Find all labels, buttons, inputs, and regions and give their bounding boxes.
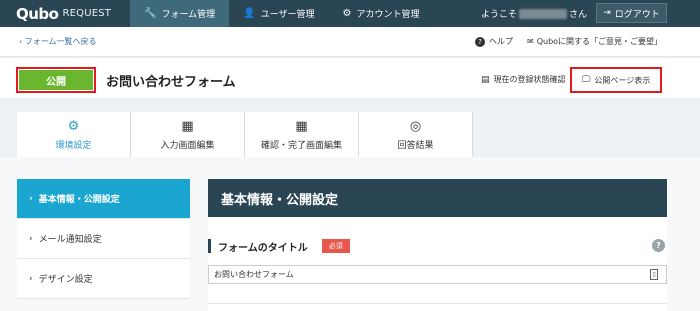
sidebar-item-mail-notification[interactable]: › メール通知設定	[17, 219, 190, 259]
main-content: › 基本情報・公開設定 › メール通知設定 › デザイン設定 基本情報・公開設定…	[0, 157, 700, 311]
settings-panel: 基本情報・公開設定 フォームのタイトル 必須 ? お問い合わせフォーム ▯	[208, 179, 667, 311]
tab-confirm-complete-screen-edit[interactable]: ▦ 確認・完了画面編集	[245, 112, 359, 157]
logo-mark: Qubo	[16, 4, 59, 23]
app-logo[interactable]: Qubo REQUEST	[0, 0, 130, 27]
tab-environment-settings[interactable]: ⚙ 環境設定	[17, 112, 131, 157]
wrench-icon: 🔧	[144, 8, 157, 19]
logout-label: ログアウト	[614, 9, 660, 20]
gear-icon: ⚙	[67, 118, 80, 134]
nav-tab-label: アカウント管理	[356, 10, 420, 20]
public-page-view-button[interactable]: 🖵 公開ページ表示	[570, 67, 662, 93]
form-title-area: 公開 お問い合わせフォーム ▤ 現在の登録状態確認 🖵 公開ページ表示	[0, 58, 700, 98]
nav-tab-user-management[interactable]: 👤 ユーザー管理	[229, 0, 328, 27]
required-badge: 必須	[321, 239, 350, 253]
sub-toolbar: ‹ フォーム一覧へ戻る ? ヘルプ ✉ Quboに関する「ご意見・ご要望」	[0, 27, 700, 57]
public-page-label: 公開ページ表示	[594, 75, 651, 85]
nav-tab-account-management[interactable]: ⚙ アカウント管理	[328, 0, 433, 27]
globe-icon: ◎	[409, 118, 422, 134]
help-label: ヘルプ	[489, 37, 513, 46]
nav-tab-label: フォーム管理	[161, 10, 216, 20]
settings-sidebar: › 基本情報・公開設定 › メール通知設定 › デザイン設定	[17, 179, 190, 299]
registration-status-label: 現在の登録状態確認	[493, 75, 566, 84]
tab-input-screen-edit[interactable]: ▦ 入力画面編集	[131, 112, 245, 157]
sidebar-item-label: メール通知設定	[38, 235, 102, 245]
sidebar-item-label: 基本情報・公開設定	[38, 195, 120, 205]
form-title-field-row: フォームのタイトル 必須 ?	[208, 236, 667, 256]
chevron-right-icon: ›	[29, 273, 33, 284]
logo-subtitle: REQUEST	[62, 8, 112, 19]
gear-icon: ⚙	[342, 8, 352, 19]
field-tag-icon[interactable]: ▯	[650, 269, 658, 280]
tab-label: 入力画面編集	[160, 140, 215, 151]
document-icon: ▤	[481, 74, 490, 85]
logout-button[interactable]: ⇥ ログアウト	[596, 3, 667, 23]
edit-table-icon: ▦	[295, 118, 308, 134]
public-status-highlight: 公開	[16, 67, 96, 93]
welcome-message: ようこそ さん	[481, 0, 587, 27]
field-accent-bar	[208, 239, 211, 253]
form-title-input-value: お問い合わせフォーム	[214, 270, 294, 279]
tab-answer-results[interactable]: ◎ 回答結果	[359, 112, 473, 157]
tab-label: 確認・完了画面編集	[260, 140, 342, 151]
help-link[interactable]: ? ヘルプ	[475, 36, 513, 47]
top-navigation-bar: Qubo REQUEST 🔧 フォーム管理 👤 ユーザー管理 ⚙ アカウント管理	[0, 0, 700, 27]
tab-label: 環境設定	[55, 140, 92, 151]
nav-tab-form-management[interactable]: 🔧 フォーム管理	[130, 0, 230, 27]
back-to-form-list-link[interactable]: ‹ フォーム一覧へ戻る	[19, 36, 97, 47]
redacted-username	[519, 8, 568, 19]
divider	[208, 303, 667, 304]
sidebar-item-design[interactable]: › デザイン設定	[17, 259, 190, 299]
sidebar-item-label: デザイン設定	[38, 275, 93, 285]
sidebar-item-basic-info[interactable]: › 基本情報・公開設定	[17, 179, 190, 219]
logout-icon: ⇥	[603, 8, 611, 18]
help-question-icon[interactable]: ?	[652, 239, 665, 252]
welcome-prefix: ようこそ	[481, 10, 518, 20]
form-title: お問い合わせフォーム	[106, 75, 236, 90]
chevron-right-icon: ›	[29, 193, 33, 204]
tab-label: 回答結果	[397, 140, 434, 151]
public-status-button[interactable]: 公開	[19, 70, 93, 90]
user-icon: 👤	[243, 8, 256, 19]
feedback-label: Quboに関する「ご意見・ご要望」	[536, 37, 663, 46]
back-link-label: フォーム一覧へ戻る	[24, 37, 97, 46]
welcome-suffix: さん	[569, 10, 588, 20]
chevron-right-icon: ›	[29, 233, 33, 244]
form-title-input[interactable]: お問い合わせフォーム ▯	[208, 265, 667, 284]
monitor-icon: 🖵	[581, 75, 591, 85]
field-label: フォームのタイトル	[218, 242, 308, 254]
nav-tab-label: ユーザー管理	[260, 10, 315, 20]
envelope-icon: ✉	[527, 37, 534, 46]
editor-tabs: ⚙ 環境設定 ▦ 入力画面編集 ▦ 確認・完了画面編集 ◎ 回答結果	[0, 98, 700, 157]
registration-status-link[interactable]: ▤ 現在の登録状態確認	[481, 74, 566, 85]
panel-heading: 基本情報・公開設定	[208, 179, 667, 217]
question-icon: ?	[475, 36, 485, 47]
feedback-link[interactable]: ✉ Quboに関する「ご意見・ご要望」	[527, 36, 662, 47]
edit-table-icon: ▦	[181, 118, 194, 134]
